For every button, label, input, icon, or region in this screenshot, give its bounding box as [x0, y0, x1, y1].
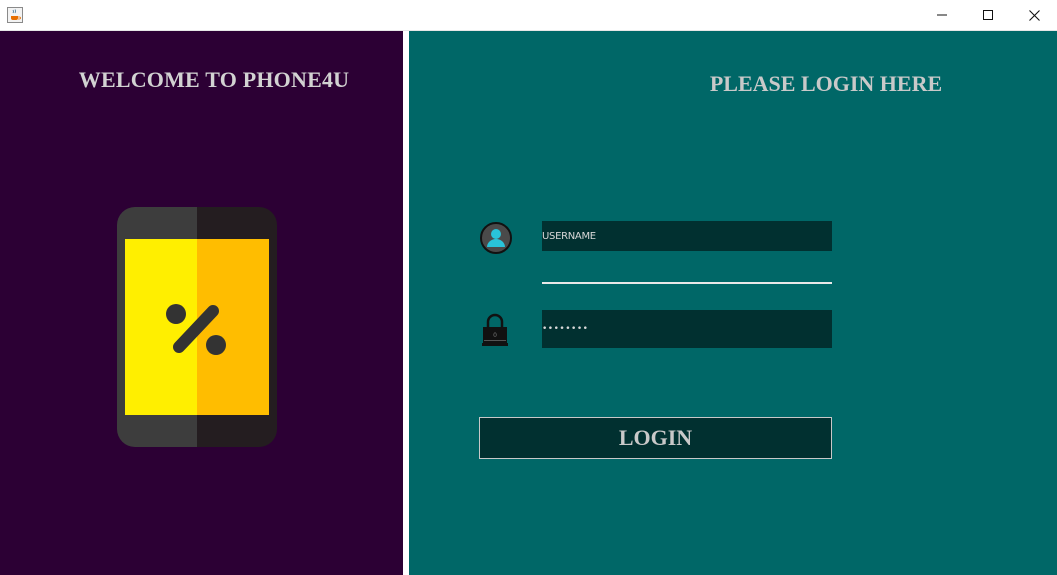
- password-input[interactable]: [542, 310, 832, 348]
- phone-percent-icon: [117, 207, 277, 447]
- java-cup-icon: [7, 7, 23, 23]
- minimize-icon: [937, 14, 947, 16]
- svg-text:0: 0: [493, 332, 497, 339]
- welcome-heading: WELCOME TO PHONE4U: [78, 67, 350, 92]
- login-button[interactable]: LOGIN: [479, 417, 832, 459]
- login-heading: PLEASE LOGIN HERE: [709, 71, 943, 96]
- minimize-button[interactable]: [919, 0, 965, 30]
- close-button[interactable]: [1011, 0, 1057, 30]
- username-field[interactable]: [542, 221, 832, 251]
- maximize-icon: [983, 10, 993, 20]
- window-titlebar: [0, 0, 1057, 31]
- user-icon: [479, 221, 513, 255]
- login-panel: PLEASE LOGIN HERE 0 LOGIN: [409, 31, 1057, 575]
- lock-icon: 0: [481, 313, 509, 347]
- username-input[interactable]: [542, 221, 832, 251]
- username-underline: [542, 282, 832, 284]
- maximize-button[interactable]: [965, 0, 1011, 30]
- welcome-panel: WELCOME TO PHONE4U: [0, 31, 403, 575]
- close-icon: [1028, 9, 1040, 21]
- password-field[interactable]: [542, 310, 832, 348]
